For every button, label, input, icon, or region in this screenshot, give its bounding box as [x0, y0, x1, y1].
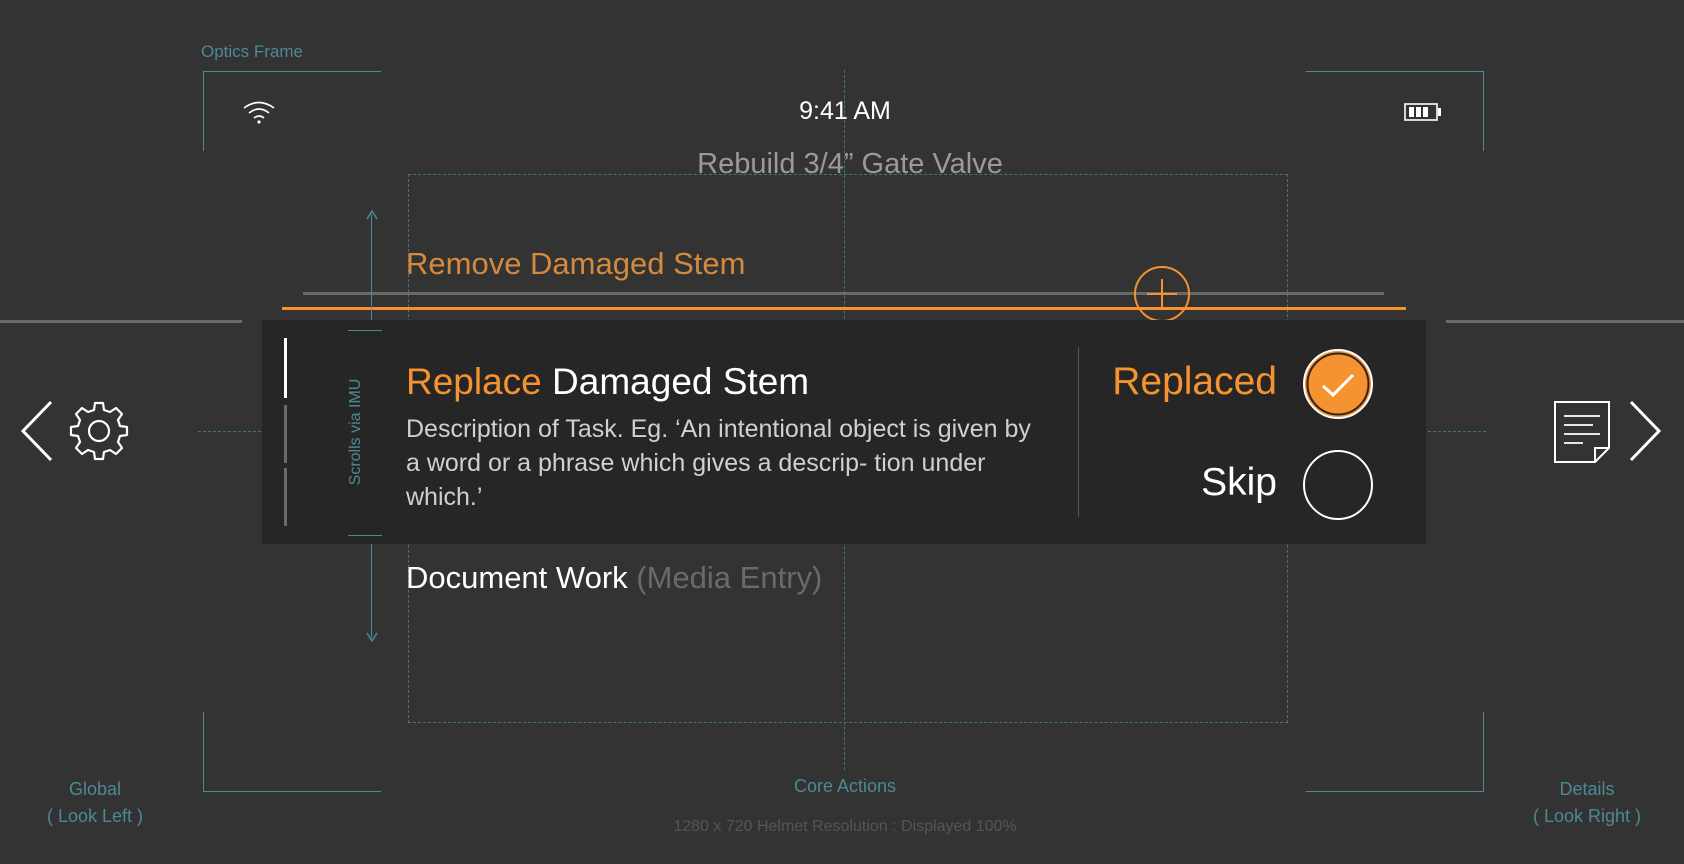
gear-icon[interactable]	[67, 399, 131, 463]
option-skip-label: Skip	[1201, 461, 1277, 504]
check-icon	[1302, 348, 1374, 420]
right-rail	[1446, 320, 1684, 323]
current-step-indicator-line	[282, 307, 1406, 310]
options-divider	[1078, 347, 1079, 517]
option-replaced[interactable]: Replaced	[1080, 345, 1378, 421]
next-step-title: Document Work	[406, 560, 628, 595]
option-replaced-label: Replaced	[1112, 360, 1277, 403]
details-label-hint: ( Look Right )	[1532, 806, 1642, 826]
wifi-icon	[242, 99, 276, 125]
current-step-title-rest: Damaged Stem	[552, 361, 810, 402]
next-step-hint: (Media Entry)	[636, 560, 823, 595]
chevron-right-icon[interactable]	[1628, 400, 1662, 462]
current-step-title-accent: Replace	[406, 361, 542, 402]
optics-frame-label: Optics Frame	[201, 42, 304, 61]
global-label-title: Global	[68, 779, 122, 799]
scroll-via-imu-label: Scrolls via IMU	[347, 378, 364, 486]
previous-step-label[interactable]: Remove Damaged Stem	[406, 246, 745, 282]
battery-icon	[1404, 102, 1442, 122]
chevron-left-icon[interactable]	[20, 400, 54, 462]
details-label: Details ( Look Right )	[1512, 776, 1662, 830]
core-actions-label: Core Actions	[793, 776, 897, 796]
status-time: 9:41 AM	[799, 97, 891, 125]
global-label: Global ( Look Left )	[20, 776, 170, 830]
left-rail	[0, 320, 242, 323]
empty-radio-icon	[1302, 449, 1374, 521]
gaze-reticle-icon	[1133, 265, 1191, 323]
global-label-hint: ( Look Left )	[46, 806, 144, 826]
details-label-title: Details	[1559, 779, 1615, 799]
resolution-note: 1280 x 720 Helmet Resolution : Displayed…	[673, 818, 1017, 835]
procedure-title: Rebuild 3/4” Gate Valve	[697, 148, 1003, 180]
current-step-title: Replace Damaged Stem	[406, 361, 809, 403]
previous-step-divider	[303, 292, 1384, 295]
option-skip[interactable]: Skip	[1080, 446, 1378, 522]
document-icon[interactable]	[1553, 400, 1611, 464]
next-step-label[interactable]: Document Work (Media Entry)	[406, 560, 822, 596]
current-step-description: Description of Task. Eg. ‘An intentional…	[406, 415, 1031, 511]
